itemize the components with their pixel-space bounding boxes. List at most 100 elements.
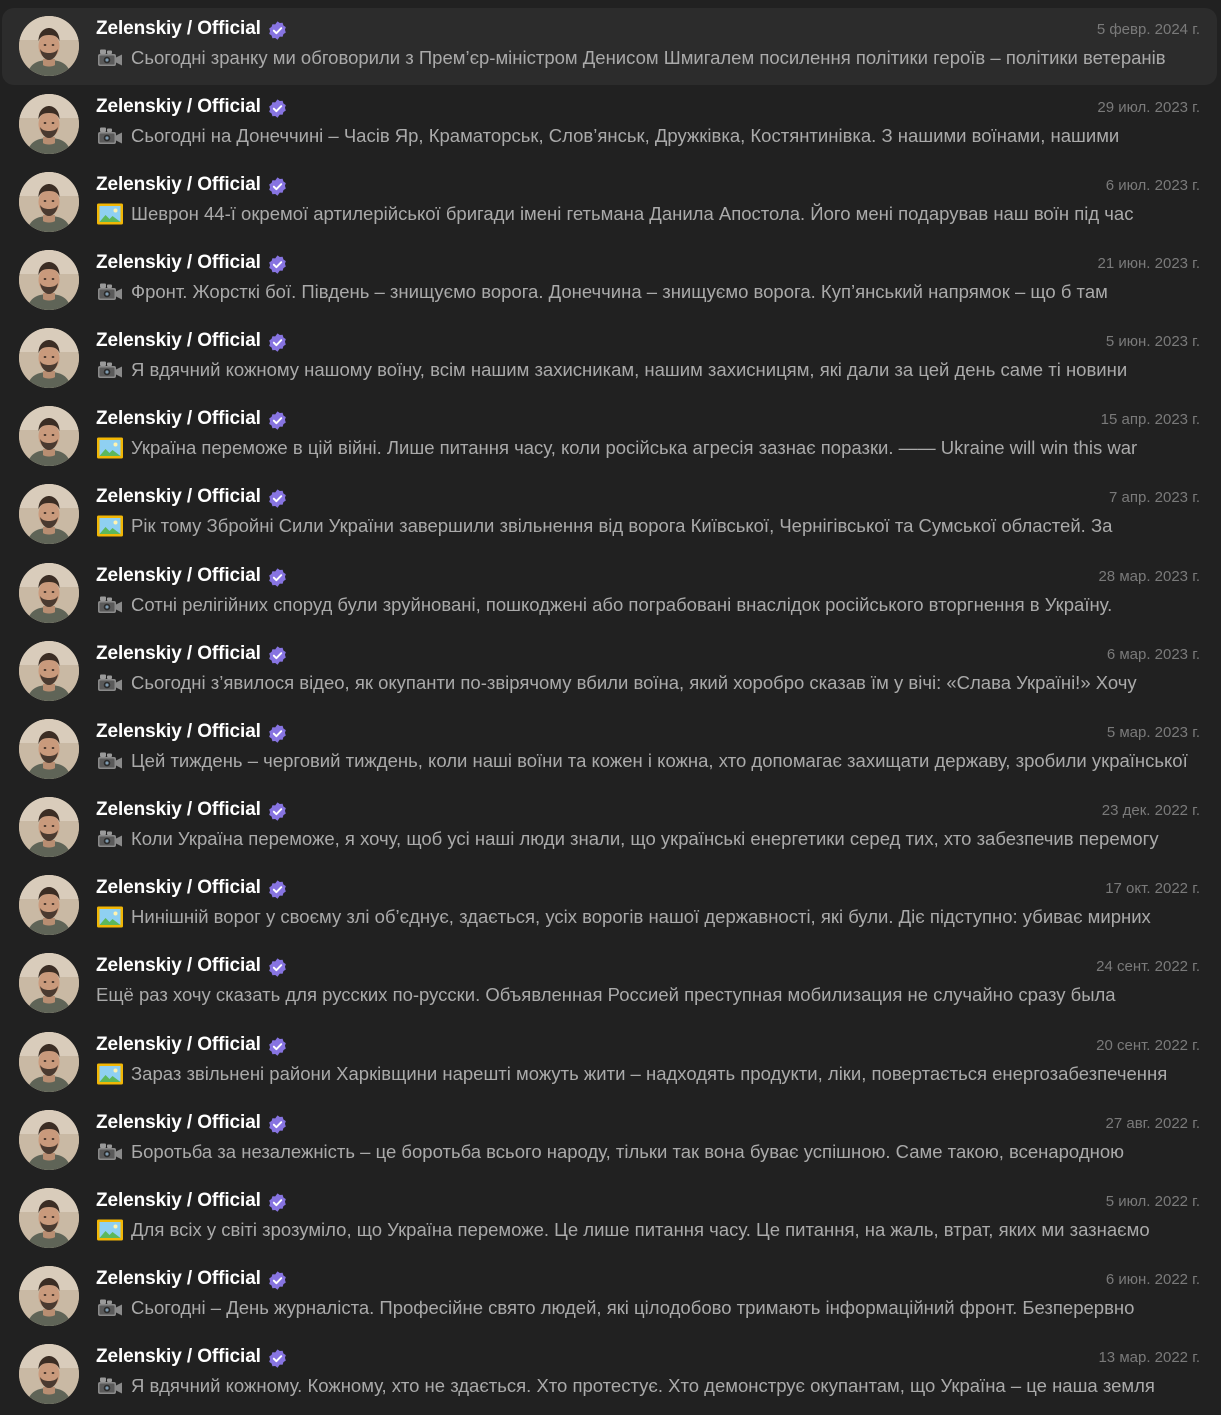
chat-name: Zelenskiy / Official — [96, 1346, 261, 1367]
chat-date: 6 июн. 2022 г. — [1105, 1271, 1200, 1288]
avatar — [19, 953, 79, 1013]
message-preview: Коли Україна переможе, я хочу, щоб усі н… — [131, 828, 1159, 849]
message-preview-row: Я вдячний кожному нашому воїну, всім наш… — [96, 358, 1200, 382]
chat-list-item[interactable]: Zelenskiy / Official 6 июн. 2022 г. Сьогод… — [2, 1258, 1217, 1335]
avatar — [19, 406, 79, 466]
message-preview-row: Сотні релігійних споруд були зруйновані,… — [96, 593, 1200, 617]
message-preview-row: Зараз звільнені райони Харківщини нарешт… — [96, 1062, 1200, 1086]
chat-date: 24 сент. 2022 г. — [1096, 958, 1200, 975]
avatar — [19, 1188, 79, 1248]
avatar — [19, 719, 79, 779]
picture-icon — [96, 203, 124, 225]
verified-badge-icon — [267, 957, 288, 978]
video-camera-icon — [96, 750, 124, 772]
chat-list-item[interactable]: Zelenskiy / Official 27 авг. 2022 г. Борот… — [2, 1102, 1217, 1179]
chat-date: 6 мар. 2023 г. — [1106, 646, 1200, 663]
avatar — [19, 875, 79, 935]
verified-badge-icon — [267, 723, 288, 744]
message-preview: Сьогодні – День журналіста. Професійне с… — [131, 1297, 1135, 1318]
chat-date: 17 окт. 2022 г. — [1105, 880, 1200, 897]
message-preview-row: Цей тиждень – черговий тиждень, коли наш… — [96, 749, 1200, 773]
avatar — [19, 94, 79, 154]
chat-date: 21 июн. 2023 г. — [1097, 255, 1200, 272]
chat-name: Zelenskiy / Official — [96, 174, 261, 195]
chat-name: Zelenskiy / Official — [96, 96, 261, 117]
avatar — [19, 1344, 79, 1404]
verified-badge-icon — [267, 1036, 288, 1057]
chat-name: Zelenskiy / Official — [96, 408, 261, 429]
chat-name: Zelenskiy / Official — [96, 565, 261, 586]
chat-date: 20 сент. 2022 г. — [1096, 1037, 1200, 1054]
chat-list-item[interactable]: Zelenskiy / Official 23 дек. 2022 г. Коли … — [2, 789, 1217, 866]
chat-list-item[interactable]: Zelenskiy / Official 17 окт. 2022 г. Ниніш… — [2, 867, 1217, 944]
chat-list-item[interactable]: Zelenskiy / Official 5 мар. 2023 г. Цей ти… — [2, 711, 1217, 788]
chat-list-item[interactable]: Zelenskiy / Official 7 апр. 2023 г. Рік то… — [2, 476, 1217, 553]
chat-list-item[interactable]: Zelenskiy / Official 29 июл. 2023 г. Сього… — [2, 86, 1217, 163]
message-preview: Зараз звільнені райони Харківщини нарешт… — [131, 1063, 1168, 1084]
message-preview: Для всіх у світі зрозуміло, що Україна п… — [131, 1219, 1150, 1240]
chat-date: 6 июл. 2023 г. — [1105, 177, 1200, 194]
avatar — [19, 797, 79, 857]
message-preview: Боротьба за незалежність – це боротьба в… — [131, 1141, 1124, 1162]
chat-list-item[interactable]: Zelenskiy / Official 5 июн. 2023 г. Я вдяч… — [2, 320, 1217, 397]
chat-name: Zelenskiy / Official — [96, 1034, 261, 1055]
chat-name: Zelenskiy / Official — [96, 252, 261, 273]
message-preview-row: Я вдячний кожному. Кожному, хто не здаєт… — [96, 1374, 1200, 1398]
avatar — [19, 1032, 79, 1092]
message-preview-row: Сьогодні – День журналіста. Професійне с… — [96, 1296, 1200, 1320]
verified-badge-icon — [267, 1192, 288, 1213]
chat-date: 15 апр. 2023 г. — [1100, 411, 1200, 428]
chat-list-item[interactable]: Zelenskiy / Official 20 сент. 2022 г. Зара… — [2, 1024, 1217, 1101]
message-preview-row: Україна переможе в цій війні. Лише питан… — [96, 436, 1200, 460]
message-preview: Шеврон 44-ї окремої артилерійської брига… — [131, 203, 1134, 224]
avatar — [19, 250, 79, 310]
chat-list-item[interactable]: Zelenskiy / Official 6 мар. 2023 г. Сьогод… — [2, 633, 1217, 710]
video-camera-icon — [96, 1375, 124, 1397]
chat-name: Zelenskiy / Official — [96, 1268, 261, 1289]
message-preview-row: Фронт. Жорсткі бої. Південь – знищуємо в… — [96, 280, 1200, 304]
chat-name: Zelenskiy / Official — [96, 721, 261, 742]
message-preview-row: Рік тому Збройні Сили України завершили … — [96, 514, 1200, 538]
video-camera-icon — [96, 828, 124, 850]
verified-badge-icon — [267, 567, 288, 588]
chat-list-item[interactable]: Zelenskiy / Official 5 июл. 2022 г. Для вс… — [2, 1180, 1217, 1257]
message-preview-row: Сьогодні з’явилося відео, як окупанти по… — [96, 671, 1200, 695]
message-preview: Фронт. Жорсткі бої. Південь – знищуємо в… — [131, 281, 1108, 302]
message-preview-row: Коли Україна переможе, я хочу, щоб усі н… — [96, 827, 1200, 851]
avatar — [19, 172, 79, 232]
message-preview-row: Для всіх у світі зрозуміло, що Україна п… — [96, 1218, 1200, 1242]
avatar — [19, 563, 79, 623]
message-preview: Ещё раз хочу сказать для русских по-русс… — [96, 984, 1116, 1005]
picture-icon — [96, 906, 124, 928]
chat-list-item[interactable]: Zelenskiy / Official 24 сент. 2022 г. Ещё … — [2, 945, 1217, 1022]
chat-name: Zelenskiy / Official — [96, 18, 261, 39]
chat-list-item[interactable]: Zelenskiy / Official 15 апр. 2023 г. Украї… — [2, 398, 1217, 475]
verified-badge-icon — [267, 332, 288, 353]
verified-badge-icon — [267, 1270, 288, 1291]
chat-name: Zelenskiy / Official — [96, 486, 261, 507]
verified-badge-icon — [267, 410, 288, 431]
message-preview: Сьогодні на Донеччині – Часів Яр, Крамат… — [131, 125, 1120, 146]
chat-list-item[interactable]: Zelenskiy / Official 6 июл. 2023 г. Шеврон… — [2, 164, 1217, 241]
chat-name: Zelenskiy / Official — [96, 330, 261, 351]
chat-list-item[interactable]: Zelenskiy / Official 21 июн. 2023 г. Фронт… — [2, 242, 1217, 319]
message-preview-row: Ещё раз хочу сказать для русских по-русс… — [96, 983, 1200, 1007]
video-camera-icon — [96, 672, 124, 694]
video-camera-icon — [96, 281, 124, 303]
picture-icon — [96, 1219, 124, 1241]
chat-list-item[interactable]: Zelenskiy / Official 13 мар. 2022 г. Я вдя… — [2, 1336, 1217, 1413]
verified-badge-icon — [267, 1348, 288, 1369]
chat-list-item[interactable]: Zelenskiy / Official 5 февр. 2024 г. Сього… — [2, 8, 1217, 85]
message-preview: Сьогодні з’явилося відео, як окупанти по… — [131, 672, 1137, 693]
verified-badge-icon — [267, 645, 288, 666]
message-preview: Я вдячний кожному. Кожному, хто не здаєт… — [131, 1375, 1155, 1396]
chat-list-item[interactable]: Zelenskiy / Official 28 мар. 2023 г. Сотні… — [2, 555, 1217, 632]
message-preview-row: Сьогодні зранку ми обговорили з Прем’єр-… — [96, 46, 1200, 70]
message-preview-row: Шеврон 44-ї окремої артилерійської брига… — [96, 202, 1200, 226]
verified-badge-icon — [267, 20, 288, 41]
verified-badge-icon — [267, 176, 288, 197]
video-camera-icon — [96, 47, 124, 69]
avatar — [19, 1266, 79, 1326]
message-preview: Сотні релігійних споруд були зруйновані,… — [131, 594, 1113, 615]
video-camera-icon — [96, 1141, 124, 1163]
